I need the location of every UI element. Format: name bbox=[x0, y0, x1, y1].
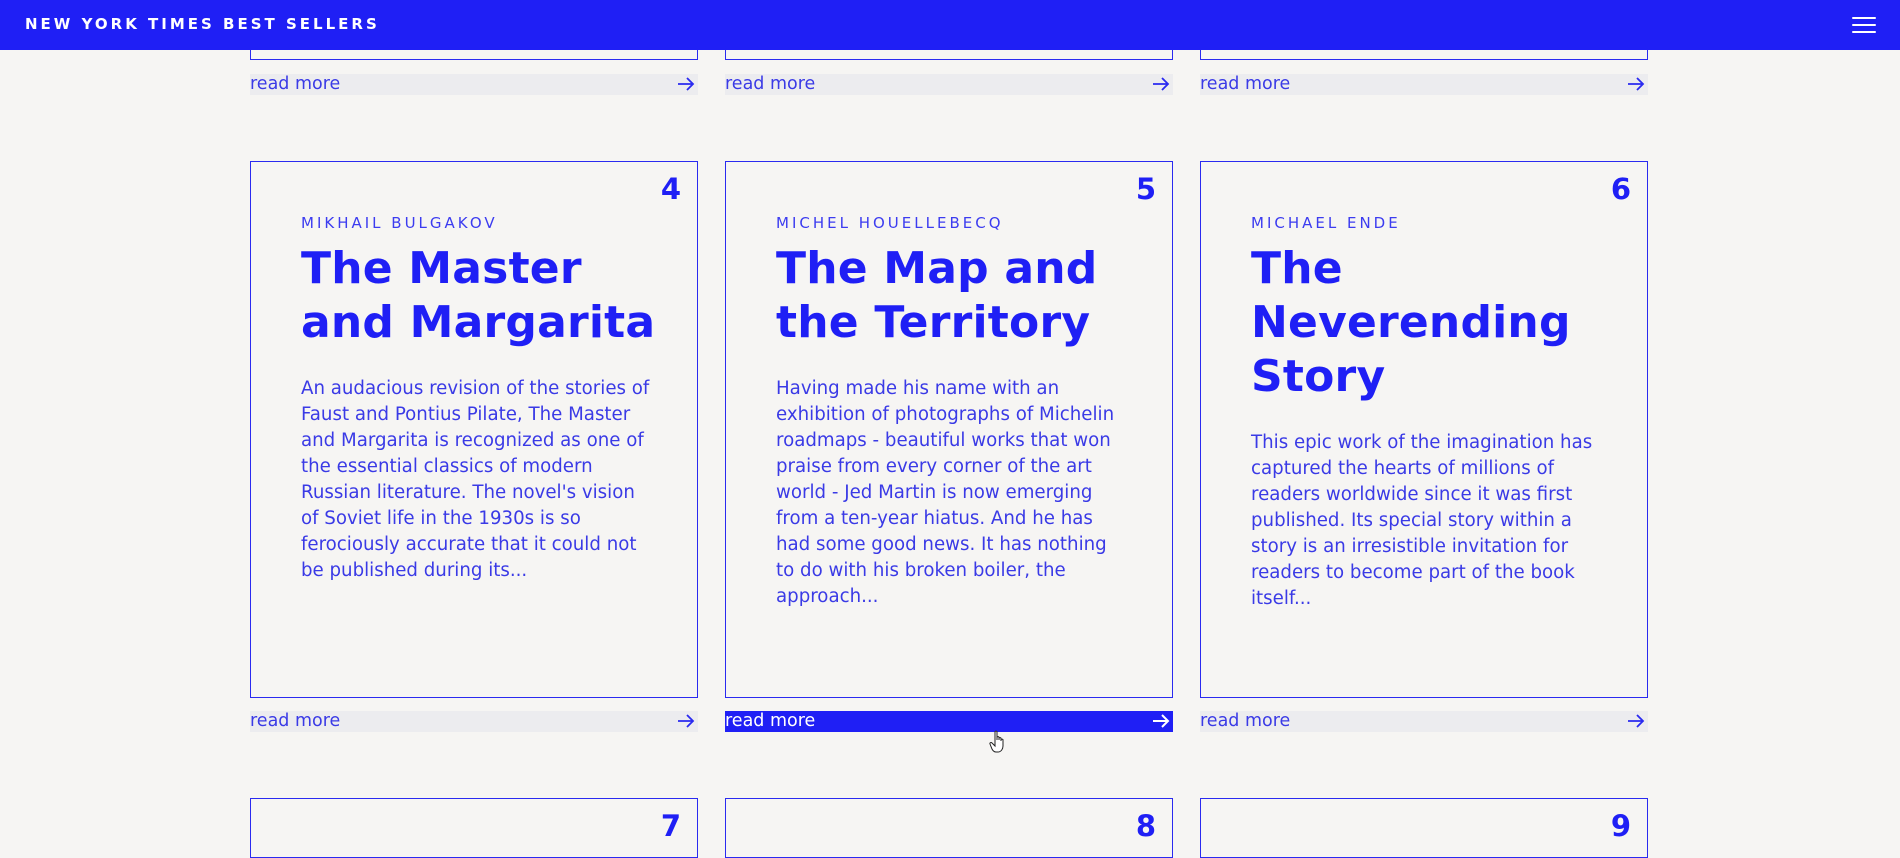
book-card[interactable]: 4 MIKHAIL BULGAKOV The Master and Margar… bbox=[250, 161, 698, 698]
read-more-button[interactable]: read more bbox=[725, 711, 1173, 732]
book-title: The Map and the Territory bbox=[776, 243, 1098, 348]
arrow-right-icon bbox=[678, 714, 695, 728]
read-more-button[interactable]: read more bbox=[1200, 711, 1648, 732]
rank-number: 6 bbox=[1610, 172, 1631, 206]
book-description: This epic work of the imagination has ca… bbox=[1251, 432, 1593, 609]
read-more-label: read more bbox=[1200, 711, 1291, 731]
read-more-label: read more bbox=[725, 711, 816, 731]
site-title[interactable]: NEW YORK TIMES BEST SELLERS bbox=[25, 15, 380, 33]
book-card-next[interactable]: 9 bbox=[1200, 798, 1648, 858]
top-navigation-bar: NEW YORK TIMES BEST SELLERS bbox=[0, 0, 1900, 50]
rank-number: 9 bbox=[1610, 809, 1631, 843]
book-card[interactable]: 6 MICHAEL ENDE The Neverending Story Thi… bbox=[1200, 161, 1648, 698]
read-more-label: read more bbox=[250, 74, 341, 94]
rank-number: 5 bbox=[1135, 172, 1156, 206]
rank-number: 4 bbox=[660, 172, 681, 206]
book-card-next[interactable]: 8 bbox=[725, 798, 1173, 858]
book-author: MICHEL HOUELLEBECQ bbox=[776, 214, 1004, 232]
read-more-button[interactable]: read more bbox=[250, 711, 698, 732]
read-more-button[interactable]: read more bbox=[725, 74, 1173, 95]
hand-cursor-icon bbox=[989, 730, 1004, 753]
book-card-next[interactable]: 7 bbox=[250, 798, 698, 858]
read-more-label: read more bbox=[1200, 74, 1291, 94]
rank-number: 7 bbox=[660, 809, 681, 843]
book-card[interactable]: 5 MICHEL HOUELLEBECQ The Map and the Ter… bbox=[725, 161, 1173, 698]
book-title: The Neverending Story bbox=[1251, 243, 1571, 402]
hamburger-menu-icon[interactable] bbox=[1852, 17, 1876, 33]
arrow-right-icon bbox=[1628, 77, 1645, 91]
book-author: MIKHAIL BULGAKOV bbox=[301, 214, 498, 232]
book-title: The Master and Margarita bbox=[301, 243, 656, 348]
read-more-button[interactable]: read more bbox=[250, 74, 698, 95]
arrow-right-icon bbox=[1628, 714, 1645, 728]
book-description: Having made his name with an exhibition … bbox=[776, 378, 1115, 607]
arrow-right-icon bbox=[678, 77, 695, 91]
read-more-label: read more bbox=[725, 74, 816, 94]
book-description: An audacious revision of the stories of … bbox=[301, 378, 650, 581]
read-more-label: read more bbox=[250, 711, 341, 731]
arrow-right-icon bbox=[1153, 77, 1170, 91]
read-more-button[interactable]: read more bbox=[1200, 74, 1648, 95]
rank-number: 8 bbox=[1135, 809, 1156, 843]
book-author: MICHAEL ENDE bbox=[1251, 214, 1401, 232]
arrow-right-icon bbox=[1153, 714, 1170, 728]
